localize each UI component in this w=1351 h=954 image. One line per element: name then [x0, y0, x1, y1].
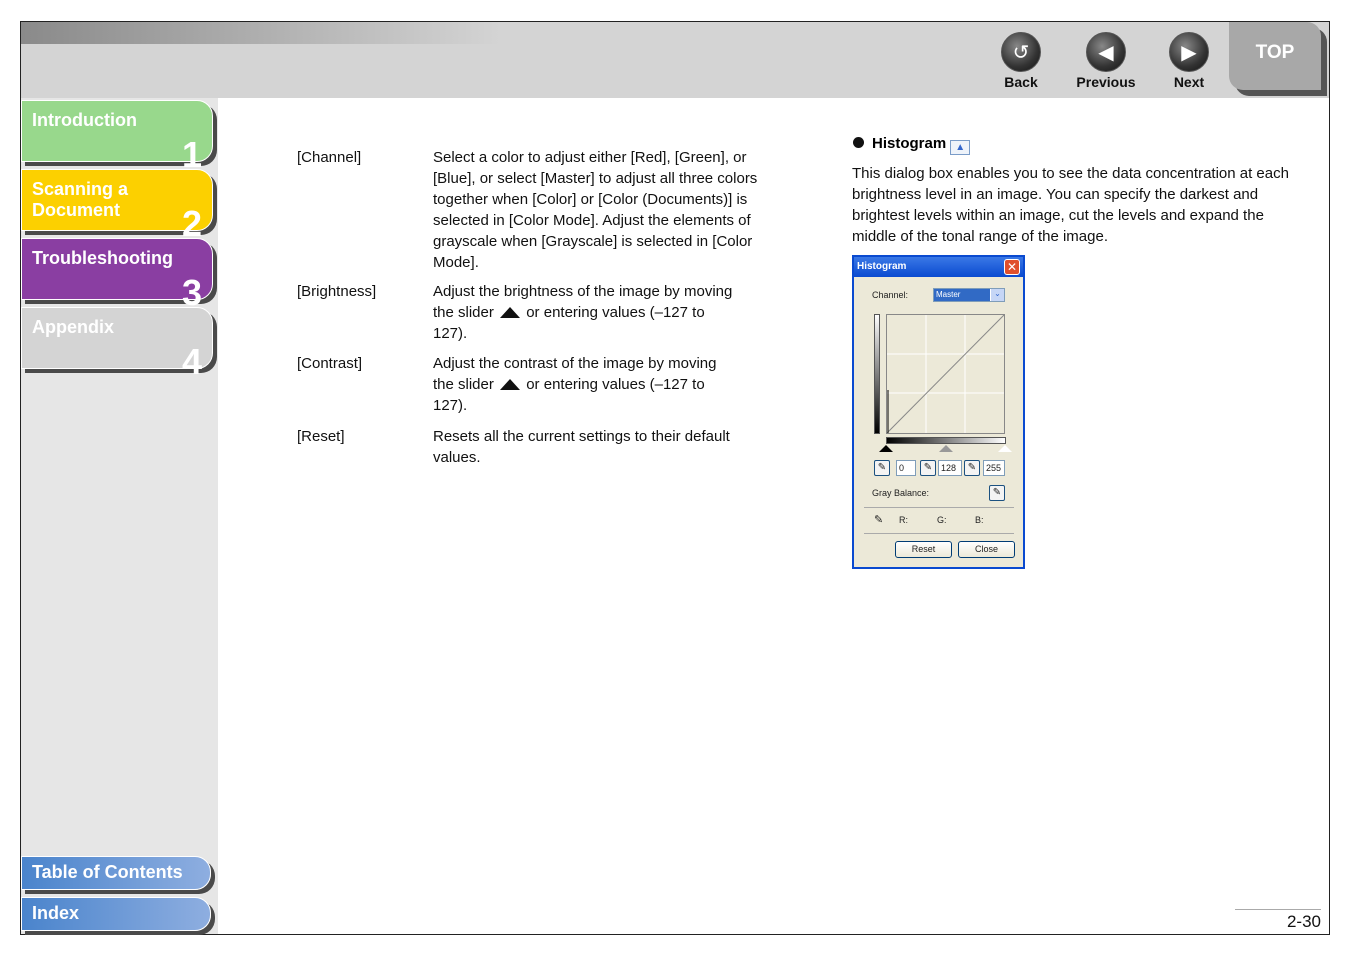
term-reset: [Reset]	[297, 428, 345, 445]
sidebar-tab-appendix[interactable]: Appendix 4	[21, 307, 213, 382]
white-value-input[interactable]: 255	[983, 460, 1005, 476]
output-gradient	[874, 314, 880, 434]
histogram-graph	[886, 314, 1005, 434]
back-icon: ↺	[1001, 32, 1041, 72]
channel-value: Master	[934, 289, 990, 301]
histogram-dialog: Histogram ✕ Channel: Master ⌄ ✎ 0 ✎ 128 ✎…	[852, 255, 1025, 569]
tab-label: Troubleshooting	[32, 248, 173, 268]
close-icon[interactable]: ✕	[1004, 259, 1020, 275]
next-label: Next	[1173, 74, 1205, 90]
previous-label: Previous	[1076, 74, 1136, 90]
tab-label: Introduction	[32, 110, 137, 130]
top-button[interactable]: TOP	[1229, 22, 1321, 90]
gray-balance-eyedropper-button[interactable]: ✎	[989, 485, 1005, 501]
divider	[864, 533, 1014, 534]
tab-label: Scanning a Document	[32, 179, 129, 220]
channel-label: Channel:	[872, 290, 909, 300]
desc-brightness: Adjust the brightness of the image by mo…	[433, 281, 733, 344]
r-label: R:	[899, 515, 908, 525]
sidebar-tab-troubleshooting[interactable]: Troubleshooting 3	[21, 238, 213, 313]
desc-channel: Select a color to adjust either [Red], […	[433, 149, 758, 271]
next-icon: ▶	[1169, 32, 1209, 72]
midpoint-slider[interactable]	[939, 445, 953, 452]
heading-text: Histogram	[872, 135, 947, 152]
slider-triangle-icon	[500, 379, 521, 390]
bullet-icon	[853, 137, 864, 148]
reset-button[interactable]: Reset	[895, 541, 952, 558]
previous-button[interactable]: ◀ Previous	[1071, 32, 1141, 90]
sidebar: Introduction 1 Scanning a Document 2 Troub…	[21, 98, 218, 934]
back-button[interactable]: ↺ Back	[986, 32, 1056, 90]
white-eyedropper-button[interactable]: ✎	[964, 460, 980, 476]
page-frame: ↺ Back ◀ Previous ▶ Next TOP Introduction 1 …	[20, 21, 1330, 935]
dialog-title: Histogram	[854, 257, 1023, 277]
g-label: G:	[937, 515, 947, 525]
black-point-slider[interactable]	[879, 445, 893, 452]
page-number: 2-30	[1235, 909, 1321, 932]
tab-label: Appendix	[32, 317, 115, 337]
divider	[864, 507, 1014, 508]
header-bar: ↺ Back ◀ Previous ▶ Next TOP	[21, 22, 1329, 98]
histogram-description: This dialog box enables you to see the d…	[852, 165, 1289, 245]
gray-value-input[interactable]: 128	[938, 460, 962, 476]
index-button[interactable]: Index	[21, 897, 211, 931]
histogram-button-icon: ▲	[950, 140, 971, 155]
tab-number: 4	[181, 341, 202, 382]
gray-balance-label: Gray Balance:	[872, 488, 930, 498]
white-point-slider[interactable]	[998, 445, 1012, 452]
previous-icon: ◀	[1086, 32, 1126, 72]
term-channel: [Channel]	[297, 149, 362, 166]
close-button[interactable]: Close	[958, 541, 1015, 558]
gray-eyedropper-button[interactable]: ✎	[920, 460, 936, 476]
sidebar-tab-scanning[interactable]: Scanning a Document 2	[21, 169, 213, 244]
table-of-contents-button[interactable]: Table of Contents	[21, 856, 211, 890]
input-gradient	[886, 437, 1006, 444]
header-strip	[21, 22, 501, 44]
black-eyedropper-button[interactable]: ✎	[874, 460, 890, 476]
back-label: Back	[1004, 74, 1038, 90]
black-value-input[interactable]: 0	[896, 460, 916, 476]
slider-triangle-icon	[500, 307, 521, 318]
desc-contrast: Adjust the contrast of the image by movi…	[433, 353, 738, 416]
histogram-heading: Histogram ▲	[853, 135, 971, 155]
channel-select[interactable]: Master ⌄	[933, 288, 1005, 302]
b-label: B:	[975, 515, 984, 525]
next-button[interactable]: ▶ Next	[1154, 32, 1224, 90]
tab-number: 2	[181, 203, 202, 244]
tab-number: 1	[181, 134, 202, 175]
term-brightness: [Brightness]	[297, 283, 377, 300]
tone-curve	[886, 314, 1005, 434]
eyedropper-icon: ✎	[874, 514, 884, 526]
desc-reset: Resets all the current settings to their…	[433, 428, 730, 466]
tab-number: 3	[181, 272, 202, 313]
term-contrast: [Contrast]	[297, 355, 363, 372]
sidebar-tab-introduction[interactable]: Introduction 1	[21, 100, 213, 175]
chevron-down-icon: ⌄	[991, 289, 1004, 301]
